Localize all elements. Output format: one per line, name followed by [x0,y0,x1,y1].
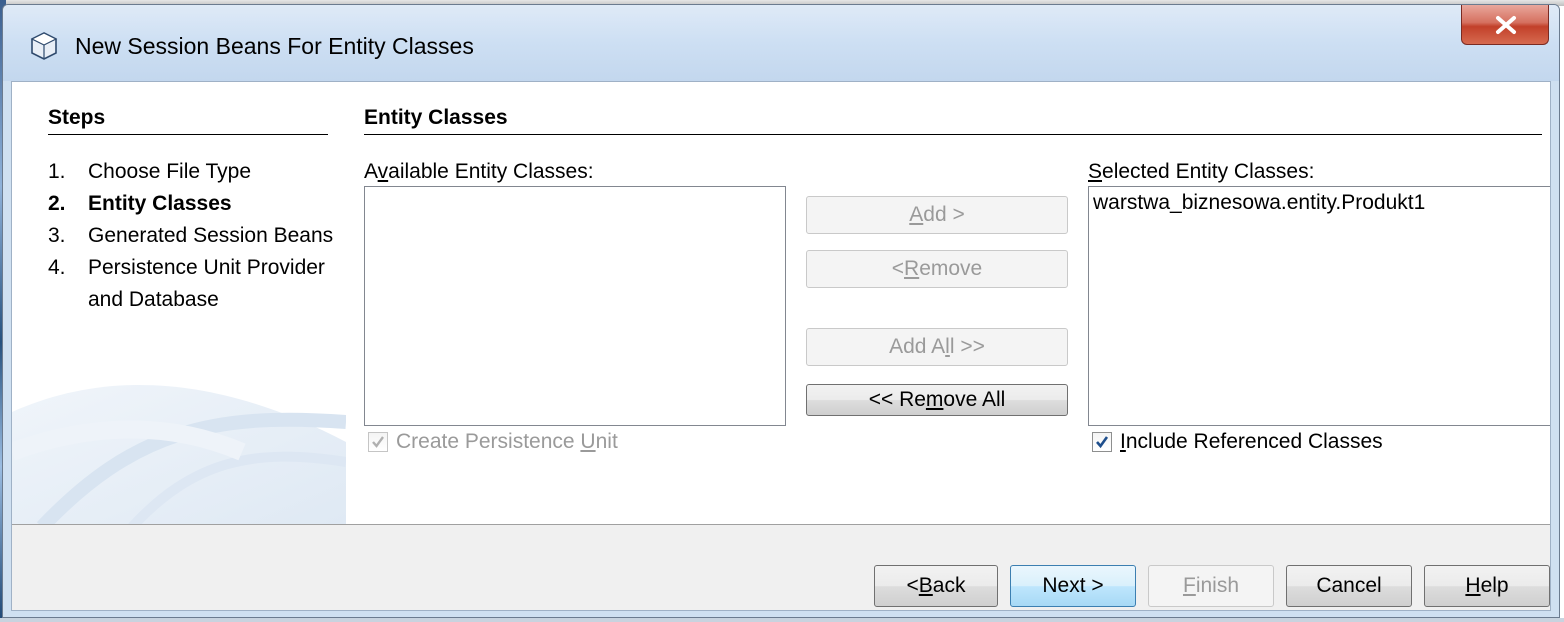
step-item-3: 3. Generated Session Beans [48,220,338,252]
step-label: Generated Session Beans [88,224,334,247]
checkbox-box [368,432,388,452]
step-number: 3. [48,224,66,247]
step-item-4: 4. Persistence Unit Provider and Databas… [48,252,338,316]
add-button[interactable]: Add > [806,196,1068,234]
panel-title-divider [364,134,1542,135]
checkbox-box [1092,432,1112,452]
netbeans-cube-icon [30,32,58,60]
check-icon [372,436,384,448]
add-all-button[interactable]: Add All >> [806,328,1068,366]
step-label: Entity Classes [88,192,232,215]
step-item-2-current: 2. Entity Classes [48,188,338,220]
remove-button[interactable]: < Remove [806,250,1068,288]
finish-button[interactable]: Finish [1148,565,1274,607]
panel-title: Entity Classes [364,106,508,129]
remove-all-button[interactable]: << Re m ove All [806,384,1068,416]
create-persistence-unit-checkbox[interactable]: Create Persistence Unit [368,430,618,454]
close-icon [1496,16,1516,34]
available-classes-label: Available Entity Classes: [364,160,594,183]
next-button[interactable]: Next > [1010,565,1136,607]
steps-list: 1. Choose File Type 2. Entity Classes 3.… [48,156,338,316]
selected-classes-label: Selected Entity Classes: [1088,160,1315,183]
selected-classes-list[interactable]: warstwa_biznesowa.entity.Produkt1 [1088,186,1550,426]
step-number: 4. [48,256,66,279]
step-label: Choose File Type [88,160,252,183]
include-referenced-classes-checkbox[interactable]: Include Referenced Classes [1092,430,1383,454]
entity-classes-panel: Entity Classes Available Entity Classes:… [346,82,1550,524]
desktop-backdrop-bottom [0,618,1564,622]
window-title: New Session Beans For Entity Classes [75,33,474,59]
dialog-client-area: Steps 1. Choose File Type 2. Entity Clas… [11,81,1551,611]
wizard-dialog: New Session Beans For Entity Classes Ste… [2,4,1560,618]
steps-divider [48,134,328,135]
check-icon [1096,436,1109,449]
steps-decoration [12,384,346,524]
help-button[interactable]: Help [1424,565,1550,607]
step-number: 2. [48,192,66,215]
cancel-button[interactable]: Cancel [1286,565,1412,607]
checkbox-label: Create Persistence Unit [396,430,618,453]
wizard-button-bar: < Back Next > Finish Cancel Help [12,524,1550,610]
title-bar[interactable]: New Session Beans For Entity Classes [3,5,1559,81]
step-label: Persistence Unit Provider and Database [88,256,325,311]
checkbox-label: Include Referenced Classes [1120,430,1383,453]
back-button[interactable]: < Back [874,565,998,607]
steps-heading: Steps [48,106,106,129]
list-item[interactable]: warstwa_biznesowa.entity.Produkt1 [1089,187,1550,219]
mnemonic: v [377,160,389,183]
available-classes-list[interactable] [364,186,786,426]
step-item-1: 1. Choose File Type [48,156,338,188]
step-number: 1. [48,160,66,183]
close-button[interactable] [1461,5,1549,45]
steps-panel: Steps 1. Choose File Type 2. Entity Clas… [12,82,346,524]
